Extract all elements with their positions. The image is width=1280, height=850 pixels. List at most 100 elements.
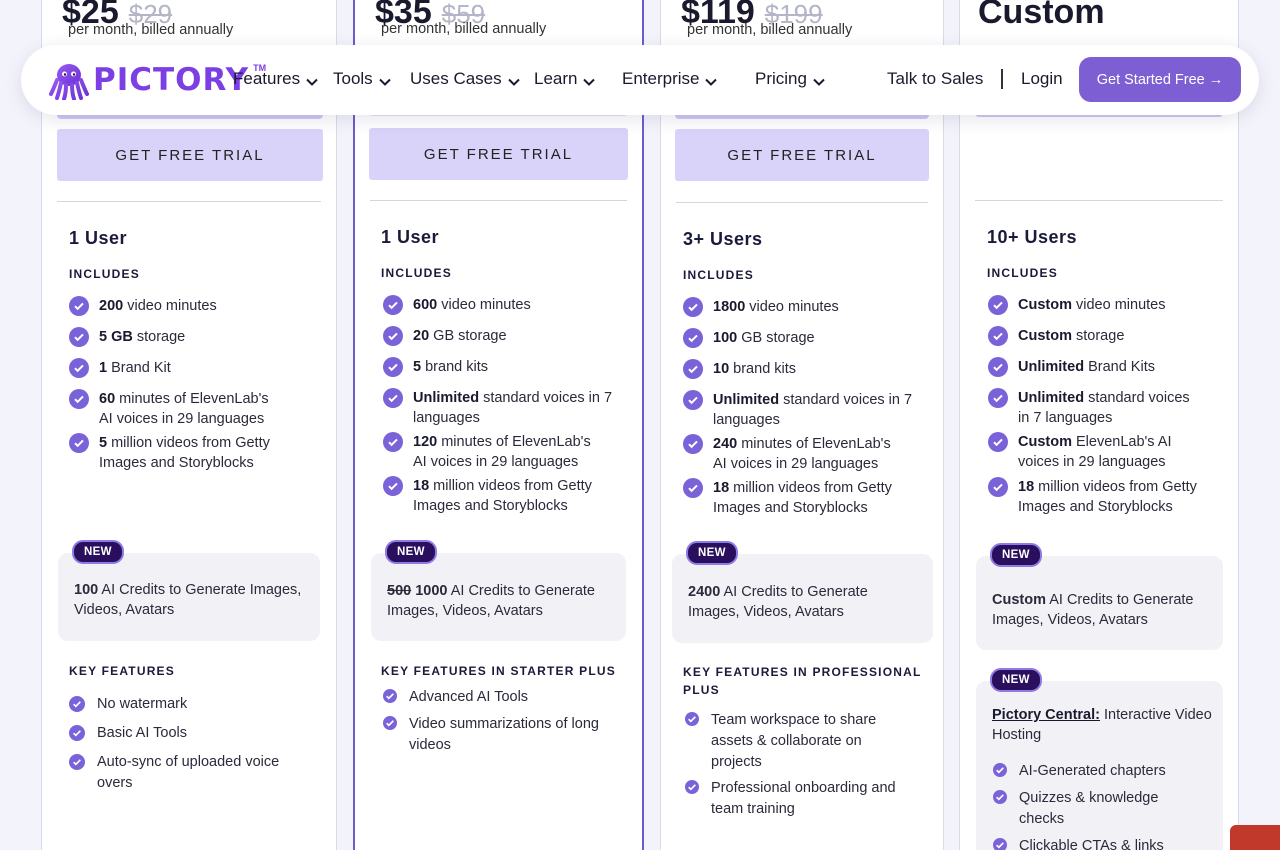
feature-value: 5	[99, 435, 108, 451]
recaptcha-badge[interactable]	[1230, 825, 1280, 850]
feature-text: GB storage	[737, 330, 815, 346]
central-feature-item: Clickable CTAs & links	[993, 836, 1203, 850]
login-link[interactable]: Login	[1021, 69, 1063, 89]
feature-value: 5	[413, 359, 422, 375]
check-icon	[69, 433, 89, 453]
feature-item: Unlimited Brand Kits	[988, 357, 1218, 377]
feature-value: 60	[99, 391, 116, 407]
key-features-title: KEY FEATURES IN STARTER PLUS	[381, 664, 616, 678]
check-icon	[383, 326, 403, 346]
feature-value: 18	[413, 478, 430, 494]
divider	[676, 202, 928, 203]
key-feature-item: Auto-sync of uploaded voice overs	[69, 752, 299, 794]
feature-item: 120 minutes of ElevenLab's AI voices in …	[383, 432, 593, 472]
feature-item: 20 GB storage	[383, 326, 613, 346]
get-free-trial-button[interactable]: GET FREE TRIAL	[369, 128, 628, 180]
feature-item: 18 million videos from Getty Images and …	[683, 478, 903, 518]
chevron-down-icon	[583, 78, 596, 86]
feature-item: 240 minutes of ElevenLab's AI voices in …	[683, 434, 893, 474]
nav-label: Learn	[534, 69, 578, 88]
feature-item: 5 brand kits	[383, 357, 613, 377]
nav-use-cases[interactable]: Uses Cases	[410, 69, 520, 89]
billing-note: per month, billed annually	[68, 22, 234, 38]
check-icon	[683, 359, 703, 379]
key-feature-text: Advanced AI Tools	[409, 689, 529, 705]
central-feature-item: AI-Generated chapters	[993, 761, 1203, 782]
nav-features[interactable]: Features	[233, 69, 318, 89]
new-badge: NEW	[990, 543, 1042, 567]
check-icon	[993, 838, 1007, 850]
central-feature-text: Clickable CTAs & links	[1019, 838, 1164, 850]
price-custom: Custom	[978, 0, 1105, 31]
check-icon	[383, 689, 397, 703]
new-badge: NEW	[385, 540, 437, 564]
feature-text: storage	[1071, 328, 1125, 344]
key-feature-text: Auto-sync of uploaded voice overs	[97, 754, 280, 791]
new-badge: NEW	[990, 668, 1042, 692]
feature-text: video minutes	[437, 297, 531, 313]
chevron-down-icon	[813, 78, 825, 86]
get-started-free-button[interactable]: Get Started Free →	[1079, 57, 1241, 102]
key-feature-text: No watermark	[97, 696, 188, 712]
new-badge: NEW	[72, 540, 124, 564]
includes-label: INCLUDES	[381, 266, 452, 280]
key-feature-item: Basic AI Tools	[69, 723, 299, 744]
key-features-title: KEY FEATURES	[69, 664, 175, 678]
check-icon	[993, 790, 1007, 804]
nav-learn[interactable]: Learn	[534, 69, 596, 89]
get-free-trial-button[interactable]: GET FREE TRIAL	[57, 129, 323, 181]
chevron-down-icon	[705, 78, 718, 86]
users-count: 1 User	[381, 227, 440, 247]
check-icon	[69, 754, 85, 770]
nav-pricing[interactable]: Pricing	[755, 69, 825, 89]
feature-value: Custom	[1018, 434, 1072, 450]
nav-tools[interactable]: Tools	[333, 69, 391, 89]
check-icon	[383, 476, 403, 496]
feature-item: Custom video minutes	[988, 295, 1218, 315]
feature-value: 5 GB	[99, 329, 133, 345]
feature-text: million videos from Getty Images and Sto…	[1018, 479, 1197, 515]
billing-note: per month, billed annually	[381, 21, 547, 37]
credits-value: 2400	[688, 584, 721, 600]
nav-enterprise[interactable]: Enterprise	[622, 69, 718, 89]
get-free-trial-button[interactable]: GET FREE TRIAL	[675, 129, 929, 181]
pictory-central-link[interactable]: Pictory Central:	[992, 707, 1100, 723]
check-icon	[383, 295, 403, 315]
key-feature-item: Team workspace to share assets & collabo…	[685, 710, 895, 773]
check-icon	[69, 725, 85, 741]
key-feature-item: Video summarizations of long videos	[383, 714, 613, 756]
feature-text: brand kits	[421, 359, 488, 375]
credits-value: 1000	[415, 583, 448, 599]
feature-text: brand kits	[729, 361, 797, 377]
feature-item: Unlimited standard voices in 7 languages	[683, 390, 913, 430]
check-icon	[69, 358, 89, 378]
check-icon	[683, 478, 703, 498]
central-feature-item: Quizzes & knowledge checks	[993, 788, 1183, 830]
check-icon	[988, 357, 1008, 377]
key-features-title: KEY FEATURES IN PROFESSIONAL PLUS	[683, 665, 922, 697]
feature-text: video minutes	[123, 298, 217, 314]
feature-item: 18 million videos from Getty Images and …	[988, 477, 1208, 517]
feature-value: Unlimited	[713, 392, 780, 408]
talk-to-sales-link[interactable]: Talk to Sales	[887, 69, 983, 89]
key-feature-item: Advanced AI Tools	[383, 687, 623, 708]
users-count: 3+ Users	[683, 229, 763, 249]
feature-value: 1	[99, 360, 108, 376]
check-icon	[988, 295, 1008, 315]
plan-card-starter: $25 $29 per month, billed annually GET F…	[41, 0, 337, 850]
credits-text: Custom AI Credits to Generate Images, Vi…	[992, 590, 1217, 630]
feature-value: 18	[1018, 479, 1035, 495]
check-icon	[69, 696, 85, 712]
credits-text: 500 1000 AI Credits to Generate Images, …	[387, 581, 617, 621]
nav-label: Enterprise	[622, 69, 700, 88]
check-icon	[993, 763, 1007, 777]
billing-note: per month, billed annually	[687, 22, 853, 38]
includes-label: INCLUDES	[987, 266, 1058, 280]
includes-label: INCLUDES	[683, 268, 754, 282]
key-feature-text: Video summarizations of long videos	[409, 716, 599, 753]
feature-item: 18 million videos from Getty Images and …	[383, 476, 603, 516]
feature-value: 18	[713, 480, 730, 496]
feature-value: 20	[413, 328, 430, 344]
credits-label: AI Credits to Generate Images, Videos, A…	[74, 582, 302, 618]
divider	[370, 200, 627, 201]
